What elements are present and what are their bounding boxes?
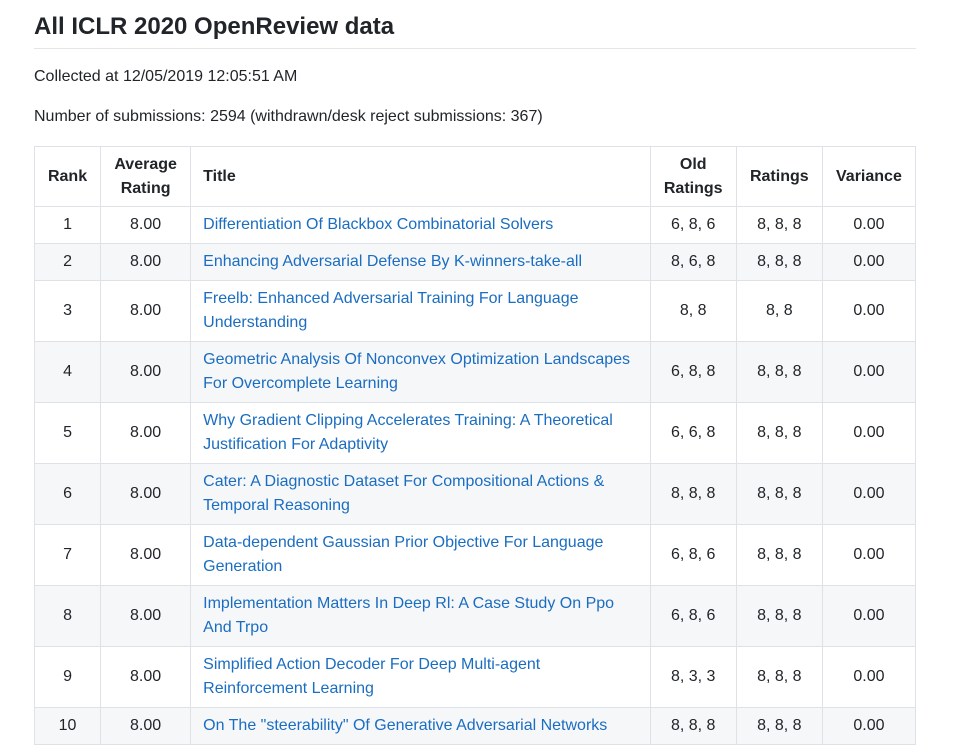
old-ratings-cell: 8, 8 [649,280,737,342]
header-average-rating-line2: Rating [120,179,171,197]
header-ratings[interactable]: Ratings [735,146,823,207]
table-row: 2 8.00 Enhancing Adversarial Defense By … [33,243,917,281]
ratings-cell: 8, 8, 8 [735,243,823,281]
table-row: 8 8.00 Implementation Matters In Deep Rl… [33,585,917,647]
title-cell: Simplified Action Decoder For Deep Multi… [190,646,651,708]
paper-title-link[interactable]: Implementation Matters In Deep Rl: A Cas… [203,595,614,636]
table-row: 6 8.00 Cater: A Diagnostic Dataset For C… [33,463,917,525]
variance-cell: 0.00 [821,243,917,281]
page-title: All ICLR 2020 OpenReview data [34,0,916,49]
variance-cell: 0.00 [821,341,917,403]
table-row: 7 8.00 Data-dependent Gaussian Prior Obj… [33,524,917,586]
average-rating-cell: 8.00 [100,707,192,745]
average-rating-cell: 8.00 [100,243,192,281]
header-rank[interactable]: Rank [33,146,102,207]
ratings-cell: 8, 8, 8 [735,524,823,586]
paper-title-link[interactable]: Data-dependent Gaussian Prior Objective … [203,534,603,575]
table-row: 9 8.00 Simplified Action Decoder For Dee… [33,646,917,708]
title-cell: Enhancing Adversarial Defense By K-winne… [190,243,651,281]
title-cell: On The "steerability" Of Generative Adve… [190,707,651,745]
paper-title-link[interactable]: On The "steerability" Of Generative Adve… [203,717,607,734]
rank-cell: 4 [33,341,102,403]
ratings-cell: 8, 8 [735,280,823,342]
variance-cell: 0.00 [821,463,917,525]
old-ratings-cell: 6, 8, 8 [649,341,737,403]
variance-cell: 0.00 [821,585,917,647]
title-cell: Differentiation Of Blackbox Combinatoria… [190,206,651,244]
table-row: 5 8.00 Why Gradient Clipping Accelerates… [33,402,917,464]
ratings-table: Rank Average Rating Title Old Ratings Rati… [33,146,917,745]
title-cell: Cater: A Diagnostic Dataset For Composit… [190,463,651,525]
title-cell: Data-dependent Gaussian Prior Objective … [190,524,651,586]
rank-cell: 3 [33,280,102,342]
page-container: All ICLR 2020 OpenReview data Collected … [33,0,917,745]
variance-cell: 0.00 [821,707,917,745]
old-ratings-cell: 8, 3, 3 [649,646,737,708]
ratings-cell: 8, 8, 8 [735,646,823,708]
rank-cell: 2 [33,243,102,281]
header-average-rating-line1: Average [114,155,177,173]
average-rating-cell: 8.00 [100,341,192,403]
average-rating-cell: 8.00 [100,646,192,708]
header-old-ratings[interactable]: Old Ratings [649,146,737,207]
average-rating-cell: 8.00 [100,402,192,464]
variance-cell: 0.00 [821,646,917,708]
variance-cell: 0.00 [821,524,917,586]
rank-cell: 1 [33,206,102,244]
header-title[interactable]: Title [190,146,651,207]
old-ratings-cell: 6, 8, 6 [649,585,737,647]
average-rating-cell: 8.00 [100,585,192,647]
ratings-cell: 8, 8, 8 [735,341,823,403]
rank-cell: 7 [33,524,102,586]
table-row: 4 8.00 Geometric Analysis Of Nonconvex O… [33,341,917,403]
header-row: Rank Average Rating Title Old Ratings Rati… [33,146,917,207]
rank-cell: 10 [33,707,102,745]
submission-count: Number of submissions: 2594 (withdrawn/d… [34,108,543,125]
collected-timestamp: Collected at 12/05/2019 12:05:51 AM [34,68,298,85]
average-rating-cell: 8.00 [100,206,192,244]
table-header: Rank Average Rating Title Old Ratings Rati… [33,146,917,207]
rank-cell: 9 [33,646,102,708]
old-ratings-cell: 8, 6, 8 [649,243,737,281]
rank-cell: 6 [33,463,102,525]
title-cell: Freelb: Enhanced Adversarial Training Fo… [190,280,651,342]
old-ratings-cell: 8, 8, 8 [649,707,737,745]
paper-title-link[interactable]: Simplified Action Decoder For Deep Multi… [203,656,540,697]
average-rating-cell: 8.00 [100,280,192,342]
old-ratings-cell: 6, 8, 6 [649,206,737,244]
ratings-cell: 8, 8, 8 [735,402,823,464]
title-cell: Implementation Matters In Deep Rl: A Cas… [190,585,651,647]
header-average-rating[interactable]: Average Rating [100,146,192,207]
paper-title-link[interactable]: Geometric Analysis Of Nonconvex Optimiza… [203,351,630,392]
old-ratings-cell: 6, 8, 6 [649,524,737,586]
header-old-ratings-line1: Old [679,155,707,173]
ratings-cell: 8, 8, 8 [735,206,823,244]
header-variance[interactable]: Variance [821,146,917,207]
paper-title-link[interactable]: Differentiation Of Blackbox Combinatoria… [203,216,553,233]
variance-cell: 0.00 [821,206,917,244]
ratings-cell: 8, 8, 8 [735,585,823,647]
ratings-cell: 8, 8, 8 [735,463,823,525]
variance-cell: 0.00 [821,280,917,342]
table-row: 1 8.00 Differentiation Of Blackbox Combi… [33,206,917,244]
table-row: 3 8.00 Freelb: Enhanced Adversarial Trai… [33,280,917,342]
old-ratings-cell: 8, 8, 8 [649,463,737,525]
header-old-ratings-line2: Ratings [663,179,723,197]
paper-title-link[interactable]: Freelb: Enhanced Adversarial Training Fo… [203,290,578,331]
ratings-cell: 8, 8, 8 [735,707,823,745]
rank-cell: 5 [33,402,102,464]
variance-cell: 0.00 [821,402,917,464]
title-cell: Geometric Analysis Of Nonconvex Optimiza… [190,341,651,403]
table-row: 10 8.00 On The "steerability" Of Generat… [33,707,917,745]
average-rating-cell: 8.00 [100,524,192,586]
paper-title-link[interactable]: Why Gradient Clipping Accelerates Traini… [203,412,613,453]
table-body: 1 8.00 Differentiation Of Blackbox Combi… [33,206,917,745]
rank-cell: 8 [33,585,102,647]
old-ratings-cell: 6, 6, 8 [649,402,737,464]
average-rating-cell: 8.00 [100,463,192,525]
title-cell: Why Gradient Clipping Accelerates Traini… [190,402,651,464]
paper-title-link[interactable]: Enhancing Adversarial Defense By K-winne… [203,253,582,270]
paper-title-link[interactable]: Cater: A Diagnostic Dataset For Composit… [203,473,604,514]
